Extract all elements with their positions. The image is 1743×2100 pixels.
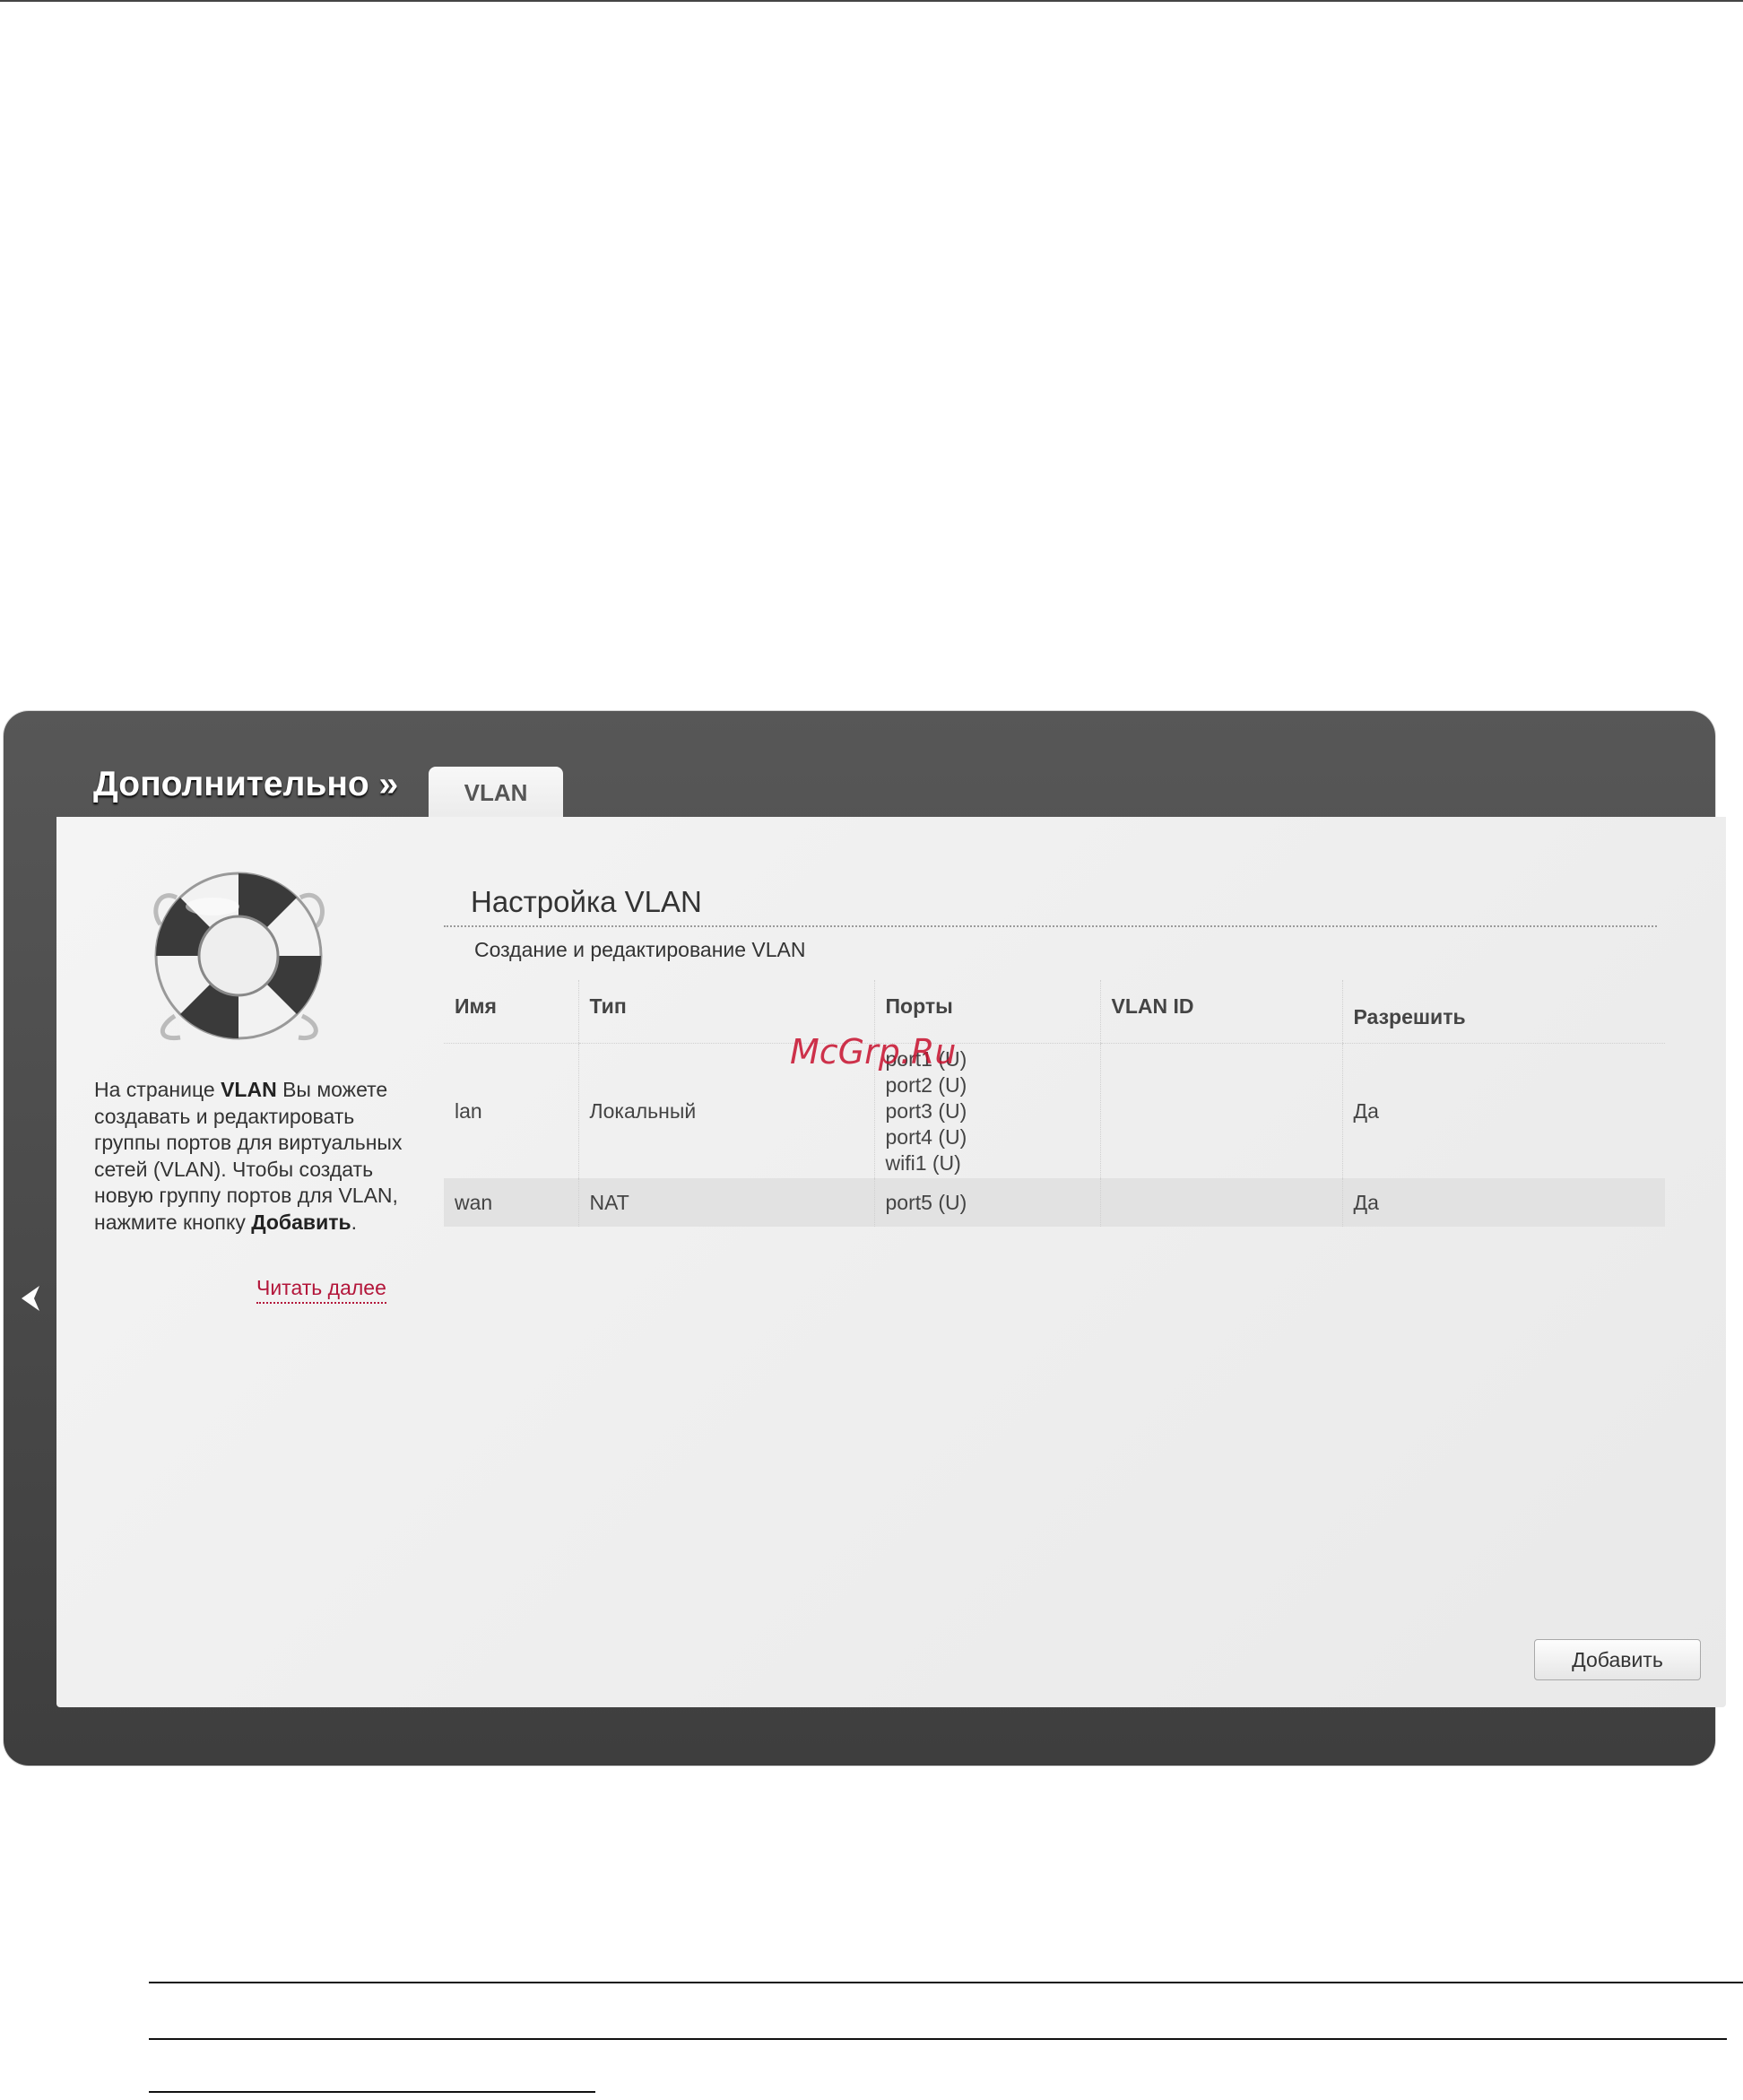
- help-text-1: На странице: [94, 1078, 221, 1101]
- content-panel: На странице VLAN Вы можете создавать и р…: [56, 817, 1726, 1707]
- cell-ports: port5 (U): [873, 1178, 1100, 1227]
- port-entry: wifi1 (U): [885, 1150, 961, 1175]
- lifebuoy-icon: [141, 862, 336, 1050]
- vlan-table: Имя Тип Порты VLAN ID Разрешить lan Лока…: [444, 980, 1665, 1227]
- chevron-left-icon[interactable]: [16, 1280, 43, 1316]
- port-entry: port5 (U): [885, 1190, 967, 1214]
- footer-rule-2: [149, 2038, 1727, 2040]
- cell-type: NAT: [577, 1178, 874, 1227]
- port-entry: port4 (U): [885, 1124, 967, 1149]
- column-header-vlan-id: VLAN ID: [1099, 980, 1342, 1044]
- cell-allow: Да: [1341, 1178, 1665, 1227]
- port-entry: port2 (U): [885, 1072, 967, 1097]
- column-header-allow: Разрешить: [1341, 980, 1665, 1044]
- column-header-name: Имя: [444, 980, 578, 1044]
- cell-name: wan: [444, 1178, 578, 1227]
- page-title: Настройка VLAN: [471, 885, 702, 918]
- footer-rule-3: [149, 2091, 595, 2093]
- add-button[interactable]: Добавить: [1534, 1639, 1701, 1680]
- help-text-4: Добавить: [251, 1210, 351, 1234]
- footer-rule-1: [149, 1982, 1743, 1983]
- page-subtitle: Создание и редактирование VLAN: [474, 938, 806, 961]
- section-title: Дополнительно »: [93, 765, 399, 803]
- help-column: На странице VLAN Вы можете создавать и р…: [56, 817, 415, 1707]
- cell-name: lan: [455, 1098, 482, 1123]
- top-rule: [0, 0, 1743, 2]
- watermark: McGrp.Ru: [790, 1032, 957, 1072]
- help-text-5: .: [351, 1210, 358, 1234]
- tab-vlan[interactable]: VLAN: [429, 767, 563, 819]
- help-description: На странице VLAN Вы можете создавать и р…: [94, 1077, 408, 1236]
- port-entry: port3 (U): [885, 1098, 967, 1123]
- table-row[interactable]: lan Локальный port1 (U) port2 (U) port3 …: [444, 1043, 1665, 1178]
- title-divider: [444, 925, 1657, 927]
- table-header-row: Имя Тип Порты VLAN ID Разрешить: [444, 980, 1665, 1044]
- cell-allow: Да: [1341, 1043, 1665, 1178]
- cell-vlan-id: [1099, 1178, 1342, 1227]
- table-row[interactable]: wan NAT port5 (U) Да: [444, 1178, 1665, 1227]
- help-text-2: VLAN: [221, 1078, 277, 1101]
- read-more-link[interactable]: Читать далее: [256, 1276, 386, 1304]
- cell-vlan-id: [1099, 1043, 1342, 1178]
- router-ui-frame: Дополнительно » VLAN На странице VLAN Вы…: [4, 711, 1726, 1766]
